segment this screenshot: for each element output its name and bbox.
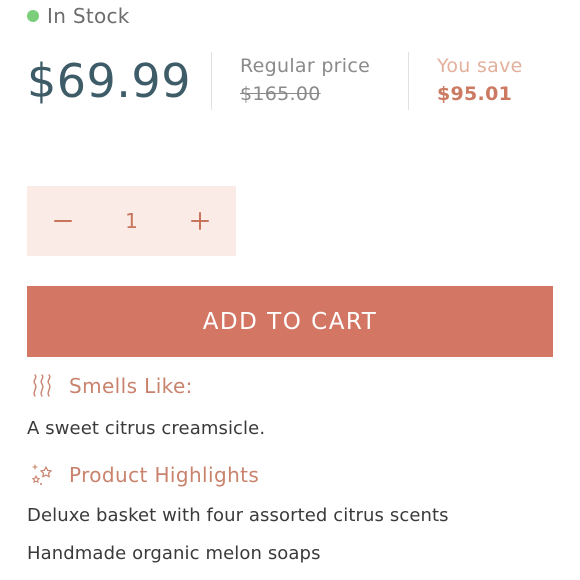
- smells-like-header: Smells Like:: [27, 373, 193, 399]
- scent-waves-icon: [27, 373, 57, 399]
- price-row: $69.99 Regular price $165.00 You save $9…: [27, 50, 523, 112]
- highlight-item: Handmade organic melon soaps: [27, 543, 321, 564]
- product-highlights-header: Product Highlights: [27, 462, 259, 488]
- plus-icon: [190, 212, 209, 230]
- minus-icon: [54, 220, 72, 222]
- regular-price-value: $165.00: [240, 83, 321, 105]
- decrement-button[interactable]: [47, 205, 79, 237]
- stock-status-text: In Stock: [47, 4, 130, 28]
- add-to-cart-button[interactable]: ADD TO CART: [27, 286, 553, 357]
- smells-like-text: A sweet citrus creamsicle.: [27, 418, 266, 439]
- current-price: $69.99: [27, 54, 191, 108]
- quantity-value[interactable]: 1: [125, 209, 138, 233]
- product-purchase-panel: In Stock $69.99 Regular price $165.00 Yo…: [0, 0, 580, 580]
- stock-status: In Stock: [27, 4, 130, 28]
- product-highlights-title: Product Highlights: [69, 463, 260, 487]
- in-stock-dot-icon: [27, 10, 39, 22]
- smells-like-title: Smells Like:: [69, 374, 193, 398]
- highlight-item: Deluxe basket with four assorted citrus …: [27, 505, 449, 526]
- savings-label: You save: [437, 55, 523, 77]
- increment-button[interactable]: [184, 205, 216, 237]
- savings-value: $95.01: [437, 83, 513, 105]
- savings-block: You save $95.01: [409, 50, 523, 112]
- regular-price-block: Regular price $165.00: [212, 50, 408, 112]
- sparkle-stars-icon: [27, 462, 57, 488]
- quantity-stepper: 1: [27, 186, 236, 256]
- regular-price-label: Regular price: [240, 55, 371, 77]
